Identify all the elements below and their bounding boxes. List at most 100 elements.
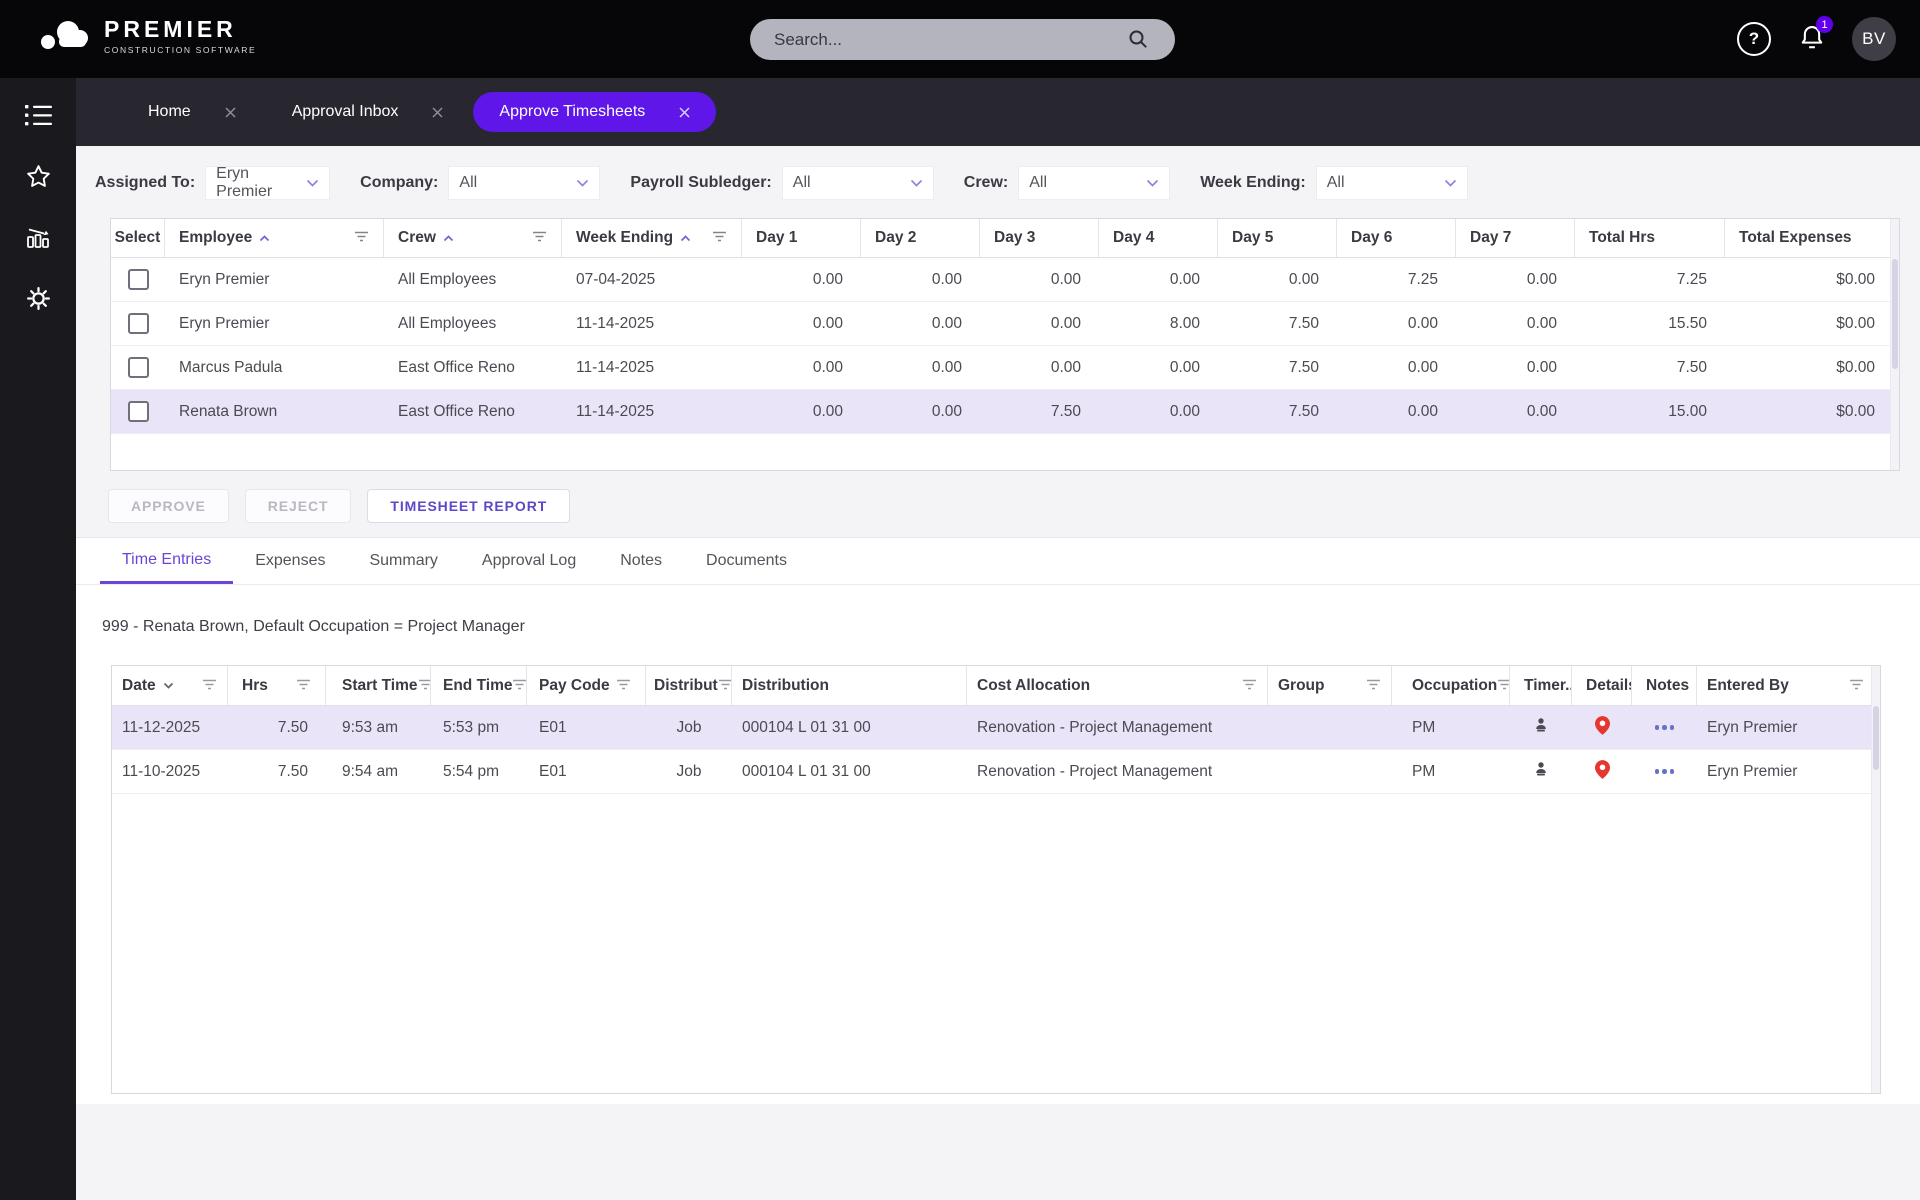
sidebar-item-settings[interactable]: [20, 283, 56, 319]
person-icon[interactable]: [1532, 716, 1550, 739]
filter-icon[interactable]: [202, 677, 217, 695]
filter-icon[interactable]: [532, 229, 547, 247]
row-checkbox[interactable]: [128, 269, 149, 290]
company-dropdown[interactable]: All: [448, 166, 600, 200]
day-cell: 0.00: [1456, 302, 1575, 345]
tab-documents[interactable]: Documents: [684, 538, 809, 584]
col-group[interactable]: Group: [1268, 666, 1392, 705]
filter-icon[interactable]: [1849, 677, 1864, 695]
row-checkbox[interactable]: [128, 357, 149, 378]
search-icon[interactable]: [1128, 29, 1148, 54]
table-row[interactable]: Eryn Premier All Employees 11-14-2025 0.…: [111, 302, 1899, 346]
help-icon[interactable]: ?: [1737, 22, 1771, 56]
chevron-down-icon: [306, 174, 319, 192]
col-total-expenses[interactable]: Total Expenses: [1725, 219, 1893, 257]
nav-tab-approve-timesheets[interactable]: Approve Timesheets: [473, 92, 716, 132]
col-day7[interactable]: Day 7: [1456, 219, 1575, 257]
scrollbar-thumb[interactable]: [1873, 706, 1879, 770]
filter-icon[interactable]: [512, 677, 527, 695]
time-entry-row[interactable]: 11-10-2025 7.50 9:54 am 5:54 pm E01 Job …: [112, 750, 1880, 794]
tab-expenses[interactable]: Expenses: [233, 538, 347, 584]
sidebar-item-favorites[interactable]: [20, 161, 56, 197]
col-distribution-type[interactable]: Distribut: [646, 666, 732, 705]
col-hrs[interactable]: Hrs: [228, 666, 326, 705]
col-timer[interactable]: Timer...: [1510, 666, 1572, 705]
col-day3[interactable]: Day 3: [980, 219, 1099, 257]
nav-tab-home[interactable]: Home: [122, 92, 262, 132]
filter-icon[interactable]: [616, 677, 631, 695]
col-cost-allocation[interactable]: Cost Allocation: [967, 666, 1268, 705]
filter-icon[interactable]: [1366, 677, 1381, 695]
col-day2[interactable]: Day 2: [861, 219, 980, 257]
tab-summary[interactable]: Summary: [347, 538, 459, 584]
day-cell: 0.00: [1337, 390, 1456, 433]
col-occupation[interactable]: Occupation: [1392, 666, 1510, 705]
row-checkbox[interactable]: [128, 401, 149, 422]
reject-button[interactable]: REJECT: [245, 489, 352, 523]
crew-cell: East Office Reno: [384, 346, 562, 389]
close-icon[interactable]: [225, 107, 236, 118]
avatar[interactable]: BV: [1852, 17, 1896, 61]
time-entry-row-selected[interactable]: 11-12-2025 7.50 9:53 am 5:53 pm E01 Job …: [112, 706, 1880, 750]
approve-button[interactable]: APPROVE: [108, 489, 229, 523]
location-pin-icon[interactable]: [1595, 716, 1610, 740]
sidebar-item-reports[interactable]: [20, 222, 56, 258]
search-input[interactable]: [750, 19, 1175, 60]
person-icon[interactable]: [1532, 760, 1550, 783]
col-details[interactable]: Details: [1572, 666, 1632, 705]
day-cell: 0.00: [742, 390, 861, 433]
col-date[interactable]: Date: [112, 666, 228, 705]
tab-time-entries[interactable]: Time Entries: [100, 538, 233, 584]
vertical-scrollbar[interactable]: [1890, 219, 1899, 470]
filter-icon[interactable]: [354, 229, 369, 247]
filter-icon[interactable]: [718, 677, 732, 695]
sidebar-item-modules[interactable]: [20, 100, 56, 136]
col-crew[interactable]: Crew: [384, 219, 562, 257]
total-expenses-cell: $0.00: [1725, 390, 1893, 433]
filter-icon[interactable]: [712, 229, 727, 247]
col-day1[interactable]: Day 1: [742, 219, 861, 257]
timesheet-report-button[interactable]: TIMESHEET REPORT: [367, 489, 570, 523]
chevron-down-icon: [576, 174, 589, 192]
col-start-time[interactable]: Start Time: [326, 666, 431, 705]
col-employee[interactable]: Employee: [165, 219, 384, 257]
col-end-time[interactable]: End Time: [431, 666, 527, 705]
col-distribution[interactable]: Distribution: [732, 666, 967, 705]
col-day6[interactable]: Day 6: [1337, 219, 1456, 257]
nav-tab-approval-inbox[interactable]: Approval Inbox: [266, 92, 470, 132]
day-cell: 0.00: [1218, 258, 1337, 301]
week-ending-dropdown[interactable]: All: [1316, 166, 1468, 200]
location-pin-icon[interactable]: [1595, 760, 1610, 784]
col-total-hrs[interactable]: Total Hrs: [1575, 219, 1725, 257]
col-entered-by[interactable]: Entered By: [1697, 666, 1874, 705]
crew-dropdown[interactable]: All: [1018, 166, 1170, 200]
col-day5[interactable]: Day 5: [1218, 219, 1337, 257]
table-row[interactable]: Eryn Premier All Employees 07-04-2025 0.…: [111, 258, 1899, 302]
col-week-ending[interactable]: Week Ending: [562, 219, 742, 257]
scrollbar-thumb[interactable]: [1892, 259, 1898, 369]
tab-approval-log[interactable]: Approval Log: [460, 538, 598, 584]
tab-notes[interactable]: Notes: [598, 538, 684, 584]
filter-label: Assigned To:: [95, 174, 195, 192]
col-notes[interactable]: Notes: [1632, 666, 1697, 705]
filter-icon[interactable]: [1242, 677, 1257, 695]
assigned-to-dropdown[interactable]: Eryn Premier: [205, 166, 330, 200]
close-icon[interactable]: [432, 107, 443, 118]
action-bar: APPROVE REJECT TIMESHEET REPORT: [108, 489, 570, 523]
col-day4[interactable]: Day 4: [1099, 219, 1218, 257]
notes-ellipsis-icon[interactable]: [1655, 769, 1675, 774]
notes-ellipsis-icon[interactable]: [1655, 725, 1675, 730]
col-pay-code[interactable]: Pay Code: [527, 666, 646, 705]
table-row[interactable]: Marcus Padula East Office Reno 11-14-202…: [111, 346, 1899, 390]
brand-logo[interactable]: PREMIER CONSTRUCTION SOFTWARE: [40, 14, 256, 57]
vertical-scrollbar[interactable]: [1871, 666, 1880, 1093]
table-row-selected[interactable]: Renata Brown East Office Reno 11-14-2025…: [111, 390, 1899, 434]
filter-icon[interactable]: [1497, 677, 1510, 695]
close-icon[interactable]: [679, 107, 690, 118]
row-checkbox[interactable]: [128, 313, 149, 334]
hrs-cell: 7.50: [228, 750, 326, 793]
filter-icon[interactable]: [296, 677, 311, 695]
payroll-subledger-dropdown[interactable]: All: [782, 166, 934, 200]
chevron-down-icon: [1444, 174, 1457, 192]
filter-icon[interactable]: [418, 677, 431, 695]
